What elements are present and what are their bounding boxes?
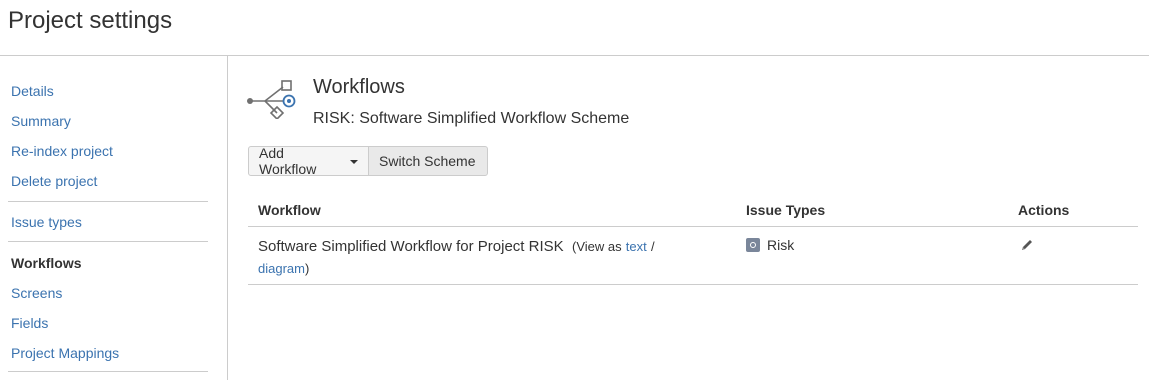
add-workflow-button[interactable]: Add Workflow	[248, 145, 369, 177]
table-row: Software Simplified Workflow for Project…	[258, 236, 698, 280]
issue-type-label: Risk	[767, 237, 795, 253]
issue-type-cell: Risk	[746, 237, 794, 253]
switch-scheme-button[interactable]: Switch Scheme	[368, 146, 488, 176]
risk-icon	[746, 238, 760, 252]
page-title: Project settings	[8, 7, 173, 34]
sidebar-item-fields[interactable]: Fields	[11, 315, 48, 331]
table-header-divider	[248, 226, 1138, 227]
workflow-scheme-name: RISK: Software Simplified Workflow Schem…	[313, 110, 630, 127]
page-header: Project settings	[0, 0, 1149, 56]
view-as-separator: /	[650, 239, 655, 254]
view-as-diagram-link[interactable]: diagram	[258, 261, 305, 276]
column-header-actions: Actions	[1018, 202, 1070, 218]
workflow-name: Software Simplified Workflow for Project…	[258, 238, 564, 255]
sidebar-item-reindex[interactable]: Re-index project	[11, 143, 113, 159]
add-workflow-label: Add Workflow	[259, 145, 317, 177]
sidebar-item-delete[interactable]: Delete project	[11, 173, 97, 189]
workflows-heading: Workflows	[313, 76, 405, 98]
view-as-close: )	[304, 261, 310, 276]
main-content: Workflows RISK: Software Simplified Work…	[229, 56, 1149, 380]
table-row-divider	[248, 284, 1138, 285]
sidebar-item-issue-types[interactable]: Issue types	[11, 214, 82, 230]
chevron-down-icon	[350, 160, 358, 164]
switch-scheme-label: Switch Scheme	[379, 153, 476, 169]
sidebar-item-summary[interactable]: Summary	[11, 113, 71, 129]
view-as-text-link[interactable]: text	[626, 239, 647, 254]
column-header-issue-types: Issue Types	[746, 202, 826, 218]
view-as-label: (View as	[572, 239, 622, 254]
sidebar-item-details[interactable]: Details	[11, 83, 54, 99]
sidebar-item-workflows[interactable]: Workflows	[11, 255, 82, 271]
sidebar: Details Summary Re-index project Delete …	[0, 56, 228, 380]
workflow-icon	[247, 80, 296, 119]
pencil-icon[interactable]	[1020, 238, 1034, 252]
sidebar-item-screens[interactable]: Screens	[11, 285, 62, 301]
sidebar-item-project-mappings[interactable]: Project Mappings	[11, 345, 119, 361]
column-header-workflow: Workflow	[258, 202, 321, 218]
